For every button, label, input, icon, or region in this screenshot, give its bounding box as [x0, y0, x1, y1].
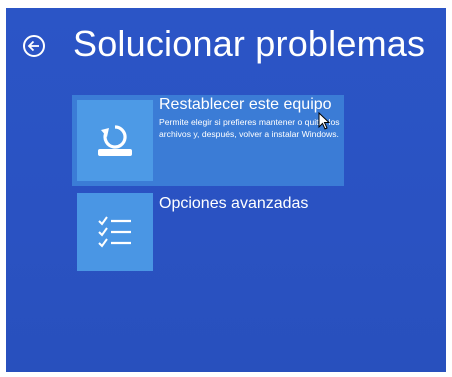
page-title: Solucionar problemas: [73, 23, 426, 64]
option-reset-pc[interactable]: Restablecer este equipo Permite elegir s…: [72, 95, 344, 186]
checklist-icon: [98, 216, 131, 248]
option-advanced[interactable]: Opciones avanzadas: [72, 193, 344, 274]
option-title: Opciones avanzadas: [159, 195, 309, 212]
back-button[interactable]: [23, 35, 45, 57]
option-text: Restablecer este equipo Permite elegir s…: [159, 95, 340, 140]
back-arrow-icon: [27, 40, 39, 52]
option-title: Restablecer este equipo: [159, 96, 332, 113]
recovery-screen: Solucionar problemas Restablecer este eq…: [6, 8, 446, 372]
mouse-pointer-icon: [318, 112, 331, 130]
option-tile: [77, 193, 153, 271]
option-text: Opciones avanzadas: [159, 194, 340, 213]
option-description: Permite elegir si prefieres mantener o q…: [159, 117, 340, 139]
reset-pc-icon: [98, 124, 132, 156]
option-tile: [77, 100, 153, 181]
